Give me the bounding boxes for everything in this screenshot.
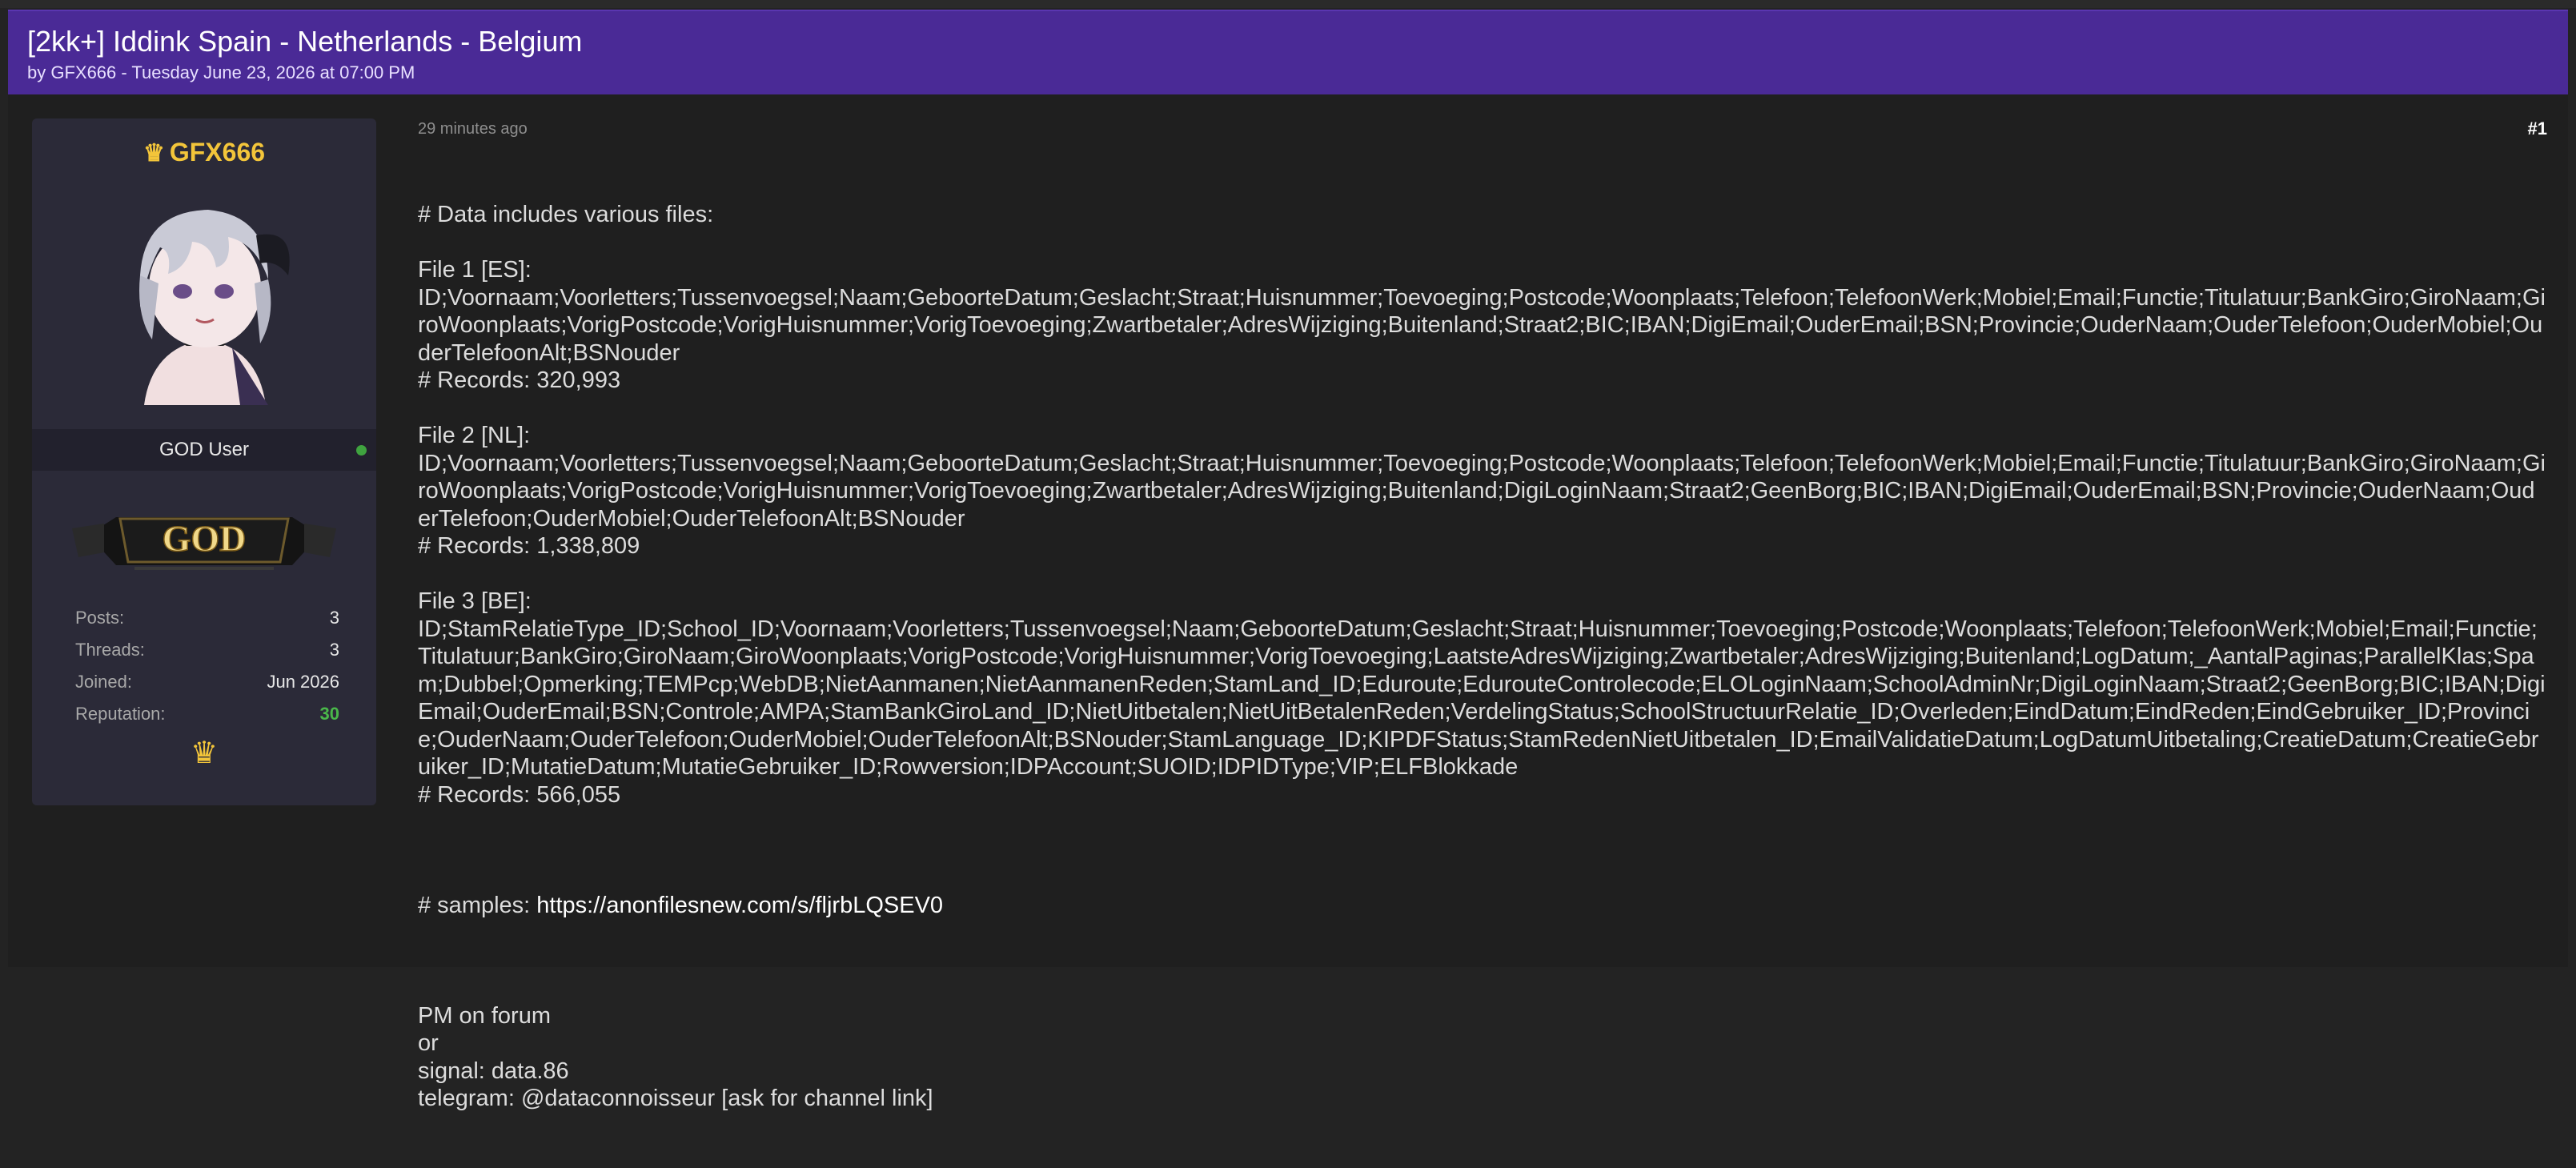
stat-threads: Threads: 3 bbox=[75, 634, 339, 666]
post-text-line: or bbox=[418, 1030, 439, 1056]
post-text-line: File 3 [BE]: bbox=[418, 588, 532, 614]
post-text-line: # Records: 1,338,809 bbox=[418, 533, 640, 559]
post: ♛ GFX666 GOD User GOD Posts: 3 Threads: … bbox=[8, 94, 2568, 1111]
post-text-line: ID;Voornaam;Voorletters;Tussenvoegsel;Na… bbox=[418, 450, 2546, 532]
stat-reputation: Reputation: 30 bbox=[75, 698, 339, 730]
post-text-line: # Records: 566,055 bbox=[418, 781, 621, 808]
post-body: 29 minutes ago #1 # Data includes variou… bbox=[418, 118, 2547, 1168]
post-text-line: ID;Voornaam;Voorletters;Tussenvoegsel;Na… bbox=[418, 284, 2546, 366]
stat-posts: Posts: 3 bbox=[75, 602, 339, 634]
post-text-line: PM on forum bbox=[418, 1002, 551, 1029]
samples-line: # samples: https://anonfilesnew.com/s/fl… bbox=[418, 892, 2547, 920]
user-card: ♛ GFX666 GOD User GOD Posts: 3 Threads: … bbox=[32, 118, 376, 805]
rank-badge: GOD bbox=[72, 517, 336, 570]
post-number-link[interactable]: #1 bbox=[2528, 118, 2547, 139]
stat-label: Joined: bbox=[75, 672, 132, 692]
post-text-line: signal: data.86 bbox=[418, 1058, 569, 1084]
online-status-dot bbox=[356, 445, 367, 456]
stat-label: Posts: bbox=[75, 608, 125, 628]
samples-link[interactable]: https://anonfilesnew.com/s/fljrbLQSEV0 bbox=[536, 893, 943, 918]
rank-badge-text: GOD bbox=[163, 518, 247, 559]
samples-label: # samples: bbox=[418, 892, 537, 918]
post-text-line: File 2 [NL]: bbox=[418, 423, 531, 448]
thread-meta: by GFX666 - Tuesday June 23, 2026 at 07:… bbox=[27, 62, 415, 82]
avatar[interactable] bbox=[96, 187, 314, 405]
award-crown-icon: ♛ bbox=[190, 737, 219, 770]
stat-value: 3 bbox=[329, 640, 339, 660]
window-top-border bbox=[0, 0, 2576, 8]
thread-header: [2kk+] Iddink Spain - Netherlands - Belg… bbox=[8, 10, 2568, 94]
post-text-line: File 1 [ES]: bbox=[418, 257, 532, 283]
username[interactable]: GFX666 bbox=[170, 138, 265, 167]
stat-label: Threads: bbox=[75, 640, 145, 660]
thread-title: [2kk+] Iddink Spain - Netherlands - Belg… bbox=[27, 25, 583, 58]
stat-label: Reputation: bbox=[75, 704, 166, 724]
username-row[interactable]: ♛ GFX666 bbox=[32, 138, 376, 167]
post-text-line: # Records: 320,993 bbox=[418, 367, 621, 393]
post-text-line: ID;StamRelatieType_ID;School_ID;Voornaam… bbox=[418, 616, 2546, 781]
user-title: GOD User bbox=[158, 439, 249, 460]
reputation-value[interactable]: 30 bbox=[320, 698, 339, 730]
stat-value: 3 bbox=[329, 608, 339, 628]
post-text-line: # Data includes various files: bbox=[418, 202, 714, 227]
post-text-line: telegram: @dataconnoisseur [ask for chan… bbox=[418, 1086, 933, 1111]
crown-icon: ♛ bbox=[142, 140, 165, 167]
post-time: 29 minutes ago bbox=[418, 120, 528, 138]
user-stats: Posts: 3 Threads: 3 Joined: Jun 2026 Rep… bbox=[75, 602, 339, 730]
user-title-bar: GOD User bbox=[32, 429, 376, 471]
stat-joined: Joined: Jun 2026 bbox=[75, 666, 339, 698]
stat-value: Jun 2026 bbox=[267, 672, 339, 692]
post-content: # Data includes various files: File 1 [ES… bbox=[418, 146, 2547, 1168]
